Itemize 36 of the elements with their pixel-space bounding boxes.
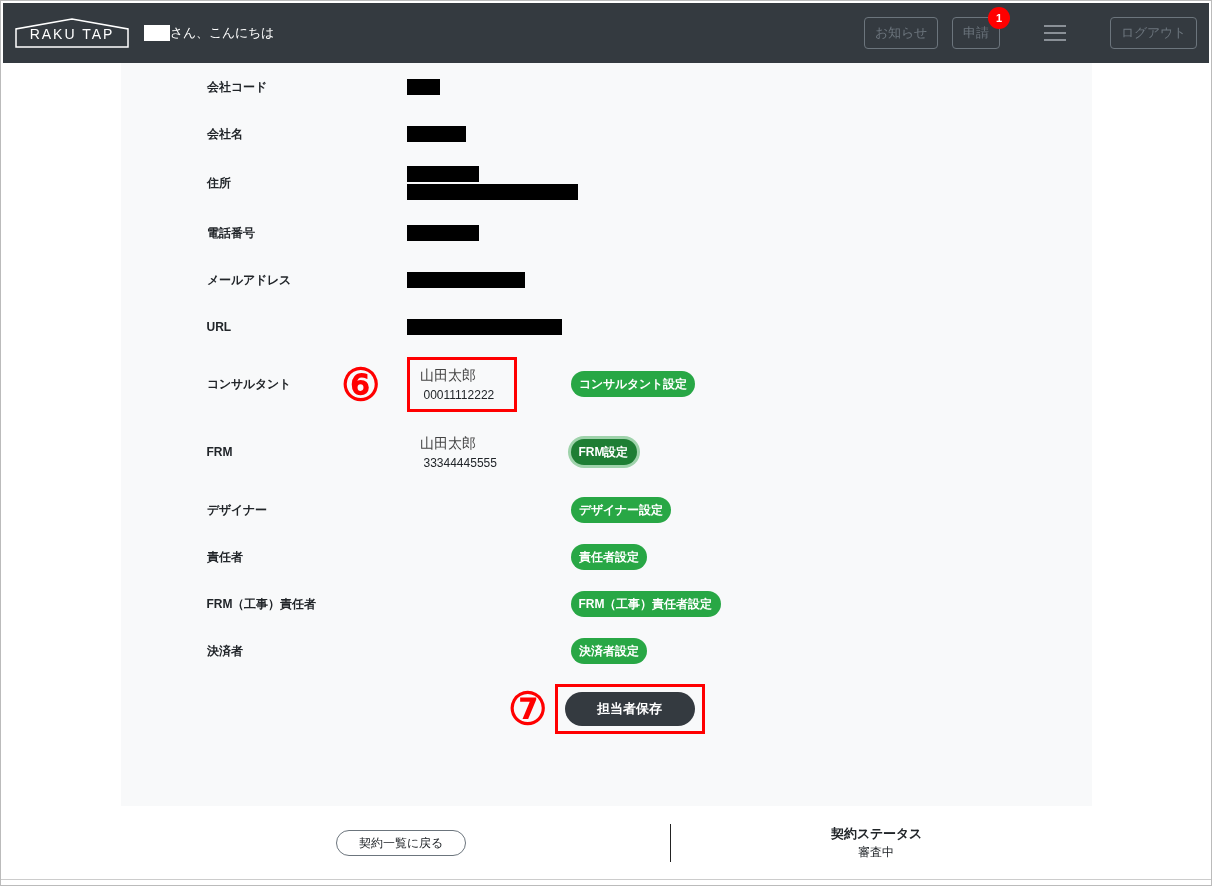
redaction-bar [144,25,170,41]
field-label: 決済者 [206,642,244,660]
person-code: 33344445555 [422,454,497,472]
menu-icon[interactable] [1044,24,1066,42]
status-label: 契約ステータス [830,824,922,843]
back-button[interactable]: 契約一覧に戻る [335,829,466,856]
logo[interactable]: RAKU TAP [15,18,129,48]
redaction-bar [406,78,440,95]
annotation-number: ⑦ [507,687,547,731]
roof-icon [15,18,129,48]
assign-button[interactable]: FRM（工事）責任者設定 [570,590,721,617]
save-button[interactable]: 担当者保存 [564,692,695,726]
field-label: デザイナー [206,501,268,519]
assign-button[interactable]: コンサルタント設定 [570,371,695,397]
assign-button[interactable]: 責任者設定 [570,543,647,570]
field-label: FRM [206,444,234,461]
field-label: URL [206,318,233,336]
person-code: 00011112222 [422,386,495,404]
field-label: メールアドレス [206,271,292,289]
assign-button[interactable]: デザイナー設定 [570,496,671,523]
assign-button[interactable]: 決済者設定 [570,637,647,664]
assign-button[interactable]: FRM設定 [570,439,637,465]
annotation-number: ⑥ [340,359,380,409]
field-label: 住所 [206,175,232,192]
header-button[interactable]: お知らせ [864,17,938,49]
redaction-bar [406,125,466,142]
notification-badge: 1 [988,7,1010,29]
field-label: 会社コード [206,78,268,96]
status-value: 審査中 [858,844,894,862]
person-name: 山田太郎 [419,365,477,385]
field-label: 会社名 [206,125,244,143]
person-name: 山田太郎 [419,433,477,453]
field-label: 責任者 [206,548,244,566]
field-label: FRM（工事）責任者 [206,595,318,613]
field-label: 電話番号 [206,224,256,242]
greeting-text: さん、こんにちは [170,24,274,43]
